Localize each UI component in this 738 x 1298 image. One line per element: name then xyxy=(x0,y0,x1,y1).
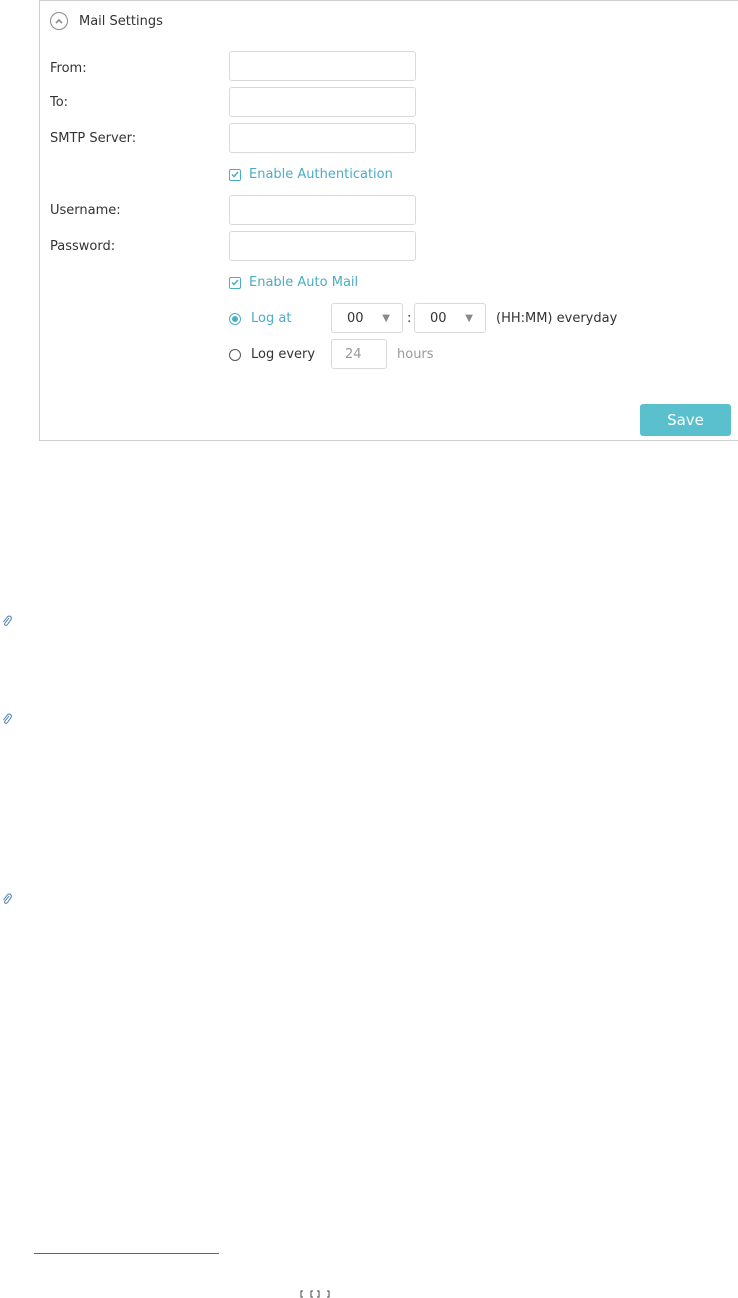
password-field[interactable] xyxy=(229,231,416,261)
to-label: To: xyxy=(50,95,69,110)
from-label: From: xyxy=(50,61,87,76)
chevron-up-circle-icon[interactable] xyxy=(50,12,68,30)
enable-auto-mail-checkbox[interactable]: Enable Auto Mail xyxy=(229,275,358,290)
smtp-server-label: SMTP Server: xyxy=(50,131,137,146)
save-button[interactable]: Save xyxy=(640,404,731,436)
bracket-marks-icon xyxy=(300,1290,330,1298)
password-label: Password: xyxy=(50,239,116,254)
minute-select[interactable]: 00 ▼ xyxy=(414,303,486,333)
username-label: Username: xyxy=(50,203,121,218)
smtp-server-field[interactable] xyxy=(229,123,416,153)
log-at-radio[interactable]: Log at xyxy=(229,311,291,326)
footnote-separator xyxy=(34,1253,219,1254)
enable-auto-mail-label: Enable Auto Mail xyxy=(249,275,359,290)
minute-value: 00 xyxy=(430,310,447,326)
paperclip-icon xyxy=(3,615,12,626)
log-every-radio[interactable]: Log every xyxy=(229,347,315,362)
checkbox-checked-icon[interactable] xyxy=(229,168,241,181)
log-every-label: Log every xyxy=(251,347,316,362)
radio-unselected-icon[interactable] xyxy=(229,348,241,361)
dropdown-arrow-icon[interactable]: ▼ xyxy=(465,313,473,324)
hour-value: 00 xyxy=(347,310,364,326)
panel-title: Mail Settings xyxy=(79,13,163,29)
from-field[interactable] xyxy=(229,51,416,81)
enable-authentication-label: Enable Authentication xyxy=(249,167,393,182)
hours-input[interactable]: 24 xyxy=(331,339,387,369)
to-field[interactable] xyxy=(229,87,416,117)
paperclip-icon xyxy=(3,713,12,724)
time-colon: : xyxy=(407,311,412,326)
checkbox-checked-icon[interactable] xyxy=(229,276,241,289)
log-at-label: Log at xyxy=(251,311,292,326)
mail-settings-panel: Mail Settings From: To: SMTP Server: Ena… xyxy=(39,0,738,441)
hour-select[interactable]: 00 ▼ xyxy=(331,303,403,333)
hours-unit-label: hours xyxy=(397,347,434,362)
time-format-suffix: (HH:MM) everyday xyxy=(496,311,618,326)
enable-authentication-checkbox[interactable]: Enable Authentication xyxy=(229,167,393,182)
username-field[interactable] xyxy=(229,195,416,225)
paperclip-icon xyxy=(3,893,12,904)
radio-selected-icon[interactable] xyxy=(229,312,241,325)
panel-header[interactable]: Mail Settings xyxy=(50,9,163,33)
dropdown-arrow-icon[interactable]: ▼ xyxy=(382,313,390,324)
